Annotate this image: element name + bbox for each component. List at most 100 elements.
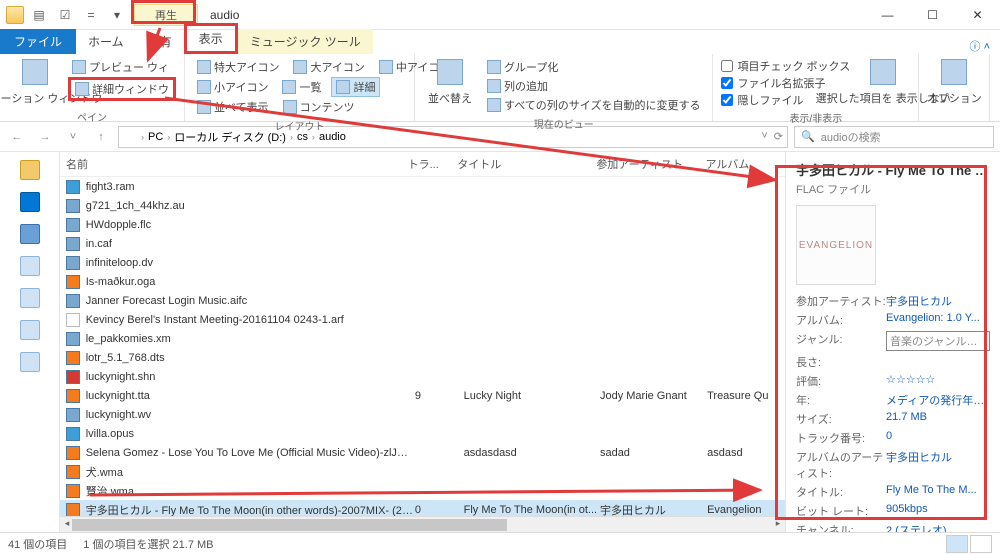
chevron-right-icon[interactable]: › <box>312 132 315 142</box>
file-row[interactable]: Kevincy Berel's Instant Meeting-20161104… <box>60 310 785 329</box>
layout-xlarge[interactable]: 特大アイコン <box>193 58 283 76</box>
layout-content[interactable]: コンテンツ <box>279 98 359 116</box>
options-button[interactable]: オプション <box>927 58 981 119</box>
recent-dropdown[interactable]: ˅ <box>62 126 84 148</box>
detail-prop: アルバム:Evangelion: 1.0 Y... <box>796 312 990 328</box>
tree-pc[interactable] <box>20 224 40 244</box>
maximize-button[interactable]: ☐ <box>910 1 955 29</box>
file-row[interactable]: fight3.ram <box>60 177 785 196</box>
file-list: 名前 トラ... タイトル 参加アーティスト アルバム fight3.ramg7… <box>60 152 785 532</box>
ribbon-group-options: オプション <box>919 54 990 121</box>
chk-checkboxes[interactable]: 項目チェック ボックス <box>721 58 850 74</box>
file-row[interactable]: g721_1ch_44khz.au <box>60 196 785 215</box>
file-row[interactable]: lvilla.opus <box>60 424 785 443</box>
view-details-icon[interactable] <box>946 535 968 553</box>
file-name: 賢治.wma <box>86 483 415 499</box>
minimize-button[interactable]: — <box>865 1 910 29</box>
file-name: lotr_5.1_768.dts <box>86 352 415 364</box>
file-row[interactable]: infiniteloop.dv <box>60 253 785 272</box>
ribbon-collapse-icon[interactable]: ⓘ ˄ <box>970 38 990 54</box>
tree-item[interactable] <box>20 288 40 308</box>
file-name: Janner Forecast Login Music.aifc <box>86 295 415 307</box>
details-pane-button[interactable]: 詳細ウィンドウ <box>68 77 176 101</box>
file-row[interactable]: Selena Gomez - Lose You To Love Me (Offi… <box>60 443 785 462</box>
file-name: Kevincy Berel's Instant Meeting-20161104… <box>86 314 415 326</box>
file-row[interactable]: 宇多田ヒカル - Fly Me To The Moon(in other wor… <box>60 500 785 516</box>
file-row[interactable]: le_pakkomies.xm <box>60 329 785 348</box>
tab-view[interactable]: 表示 <box>184 23 238 54</box>
preview-pane-button[interactable]: プレビュー ウィ <box>68 58 176 76</box>
chevron-right-icon[interactable]: › <box>290 132 293 142</box>
scroll-right-icon[interactable]: ▸ <box>771 518 785 532</box>
tree-quick-access[interactable] <box>20 160 40 180</box>
chevron-right-icon[interactable]: › <box>141 132 144 142</box>
h-scrollbar[interactable]: ◂ ▸ <box>60 516 785 532</box>
col-title[interactable]: タイトル <box>457 156 596 172</box>
refresh-icon[interactable]: ⟳ <box>774 130 783 143</box>
sort-button[interactable]: 並べ替え <box>423 58 477 114</box>
group-button[interactable]: グループ化 <box>483 58 704 76</box>
file-row[interactable]: Is-maðkur.oga <box>60 272 785 291</box>
ribbon-group-pane: ナビゲーション ウィンドウ プレビュー ウィ 詳細ウィンドウ ペイン <box>0 54 185 121</box>
up-button[interactable]: ↑ <box>90 126 112 148</box>
close-button[interactable]: ✕ <box>955 1 1000 29</box>
forward-button[interactable]: → <box>34 126 56 148</box>
tree-item[interactable] <box>20 256 40 276</box>
search-box[interactable]: 🔍 audioの検索 <box>794 126 994 148</box>
layout-small[interactable]: 小アイコン <box>193 77 272 97</box>
tree-item[interactable] <box>20 352 40 372</box>
tab-share[interactable]: 共有 <box>136 29 184 54</box>
view-thumbnails-icon[interactable] <box>970 535 992 553</box>
file-row[interactable]: luckynight.tta9Lucky NightJody Marie Gna… <box>60 386 785 405</box>
tab-file[interactable]: ファイル <box>0 29 76 54</box>
hide-selected-button[interactable]: 選択した項目を 表示しない <box>856 58 910 108</box>
file-row[interactable]: lotr_5.1_768.dts <box>60 348 785 367</box>
layout-list[interactable]: 一覧 <box>278 77 325 97</box>
layout-tiles[interactable]: 並べて表示 <box>193 98 273 116</box>
layout-details[interactable]: 詳細 <box>331 77 380 97</box>
nav-pane-button[interactable]: ナビゲーション ウィンドウ <box>8 58 62 107</box>
back-button[interactable]: ← <box>6 126 28 148</box>
scroll-thumb[interactable] <box>72 519 507 531</box>
autosize-button[interactable]: すべての列のサイズを自動的に変更する <box>483 96 704 114</box>
qat-dropdown-icon[interactable]: ▾ <box>106 4 128 26</box>
file-row[interactable]: luckynight.shn <box>60 367 785 386</box>
file-row[interactable]: 犬.wma <box>60 462 785 481</box>
addr-dropdown-icon[interactable]: ˅ <box>761 130 767 143</box>
chk-extensions[interactable]: ファイル名拡張子 <box>721 75 850 91</box>
column-headers[interactable]: 名前 トラ... タイトル 参加アーティスト アルバム <box>60 152 785 177</box>
file-row[interactable]: HWdopple.flc <box>60 215 785 234</box>
crumb-pc[interactable]: PC <box>148 131 163 143</box>
col-album[interactable]: アルバム <box>706 156 785 172</box>
detail-prop: 参加アーティスト:宇多田ヒカル <box>796 293 990 309</box>
chevron-right-icon[interactable]: › <box>167 132 170 142</box>
file-list-body[interactable]: fight3.ramg721_1ch_44khz.auHWdopple.flci… <box>60 177 785 516</box>
layout-large[interactable]: 大アイコン <box>289 58 368 76</box>
qat-overflow[interactable]: = <box>80 4 102 26</box>
file-row[interactable]: 賢治.wma <box>60 481 785 500</box>
col-track[interactable]: トラ... <box>408 156 458 172</box>
ribbon-group-label: レイアウト <box>193 118 406 133</box>
col-artist[interactable]: 参加アーティスト <box>596 156 705 172</box>
file-row[interactable]: luckynight.wv <box>60 405 785 424</box>
prop-value[interactable]: 音楽のジャンルの指定 <box>886 331 990 351</box>
file-name: Selena Gomez - Lose You To Love Me (Offi… <box>86 447 415 459</box>
detail-prop: サイズ:21.7 MB <box>796 411 990 427</box>
file-row[interactable]: Janner Forecast Login Music.aifc <box>60 291 785 310</box>
detail-prop[interactable]: ジャンル:音楽のジャンルの指定 <box>796 331 990 351</box>
tab-home[interactable]: ホーム <box>76 29 136 54</box>
qat-item[interactable]: ☑ <box>54 4 76 26</box>
file-name: 宇多田ヒカル - Fly Me To The Moon(in other wor… <box>86 502 415 517</box>
file-icon <box>66 294 80 308</box>
nav-tree[interactable] <box>0 152 60 532</box>
qat-item[interactable]: ▤ <box>28 4 50 26</box>
tree-item[interactable] <box>20 320 40 340</box>
addcol-button[interactable]: 列の追加 <box>483 77 704 95</box>
file-icon <box>66 332 80 346</box>
tree-onedrive[interactable] <box>20 192 40 212</box>
file-row[interactable]: in.caf <box>60 234 785 253</box>
ribbon-group-currentview: 並べ替え グループ化 列の追加 すべての列のサイズを自動的に変更する 現在のビュ… <box>415 54 713 121</box>
tab-music-tools[interactable]: ミュージック ツール <box>238 29 373 54</box>
file-icon <box>66 446 80 460</box>
col-name[interactable]: 名前 <box>60 156 408 172</box>
